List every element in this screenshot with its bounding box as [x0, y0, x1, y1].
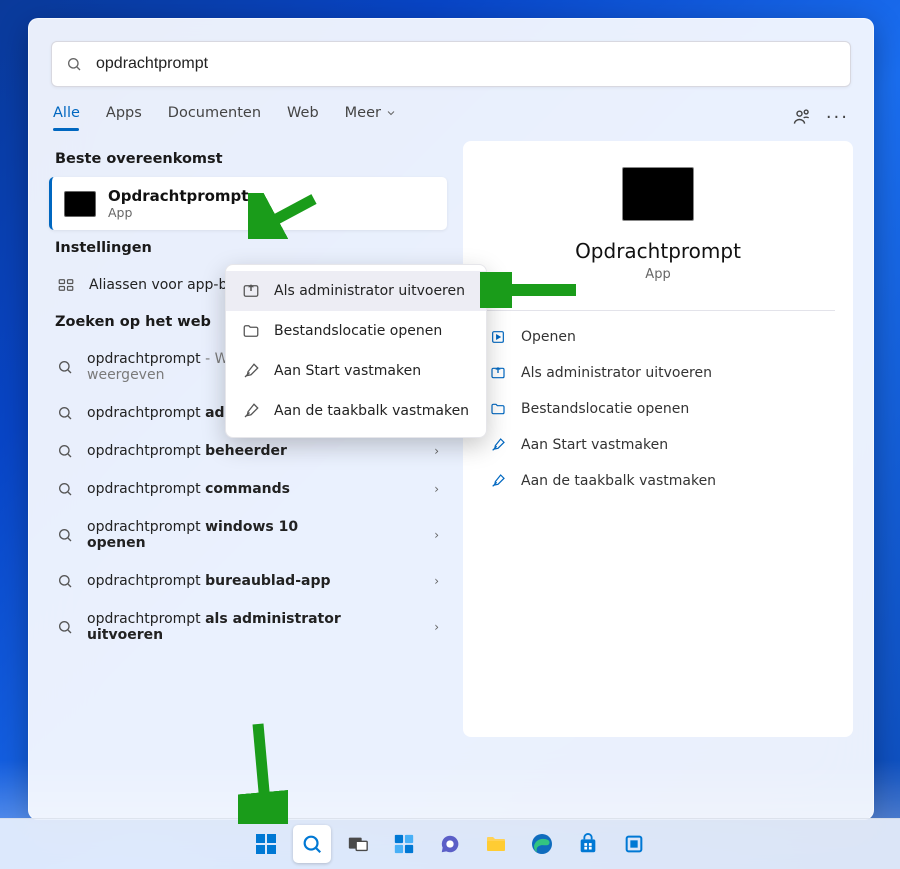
context-menu-icon [242, 322, 260, 340]
chevron-right-icon[interactable]: › [434, 444, 439, 458]
chevron-right-icon[interactable]: › [434, 574, 439, 588]
context-menu-label: Bestandslocatie openen [274, 323, 442, 339]
context-menu-icon [242, 282, 260, 300]
web-suggestion-text: opdrachtprompt windows 10 openen [87, 519, 357, 551]
filter-web[interactable]: Web [287, 105, 319, 129]
detail-action-label: Als administrator uitvoeren [521, 365, 712, 381]
detail-action-icon [489, 473, 507, 489]
detail-action-icon [489, 401, 507, 417]
context-menu-label: Als administrator uitvoeren [274, 283, 465, 299]
detail-action-label: Openen [521, 329, 576, 345]
filter-apps[interactable]: Apps [106, 105, 142, 129]
filter-all[interactable]: Alle [53, 105, 80, 129]
search-icon [57, 527, 73, 543]
filter-documents[interactable]: Documenten [168, 105, 261, 129]
best-match-item[interactable]: Opdrachtprompt App [49, 177, 447, 230]
context-menu-item[interactable]: Aan Start vastmaken [226, 351, 486, 391]
detail-action-icon [489, 365, 507, 381]
search-icon [57, 481, 73, 497]
context-menu-icon [242, 402, 260, 420]
detail-action-label: Aan de taakbalk vastmaken [521, 473, 716, 489]
search-icon [57, 443, 73, 459]
detail-action[interactable]: Bestandslocatie openen [481, 391, 835, 427]
chevron-down-icon [385, 107, 397, 119]
filter-bar: Alle Apps Documenten Web Meer ··· [29, 87, 873, 137]
more-options-icon[interactable]: ··· [826, 107, 849, 128]
taskbar [0, 818, 900, 869]
taskbar-edge-button[interactable] [523, 825, 561, 863]
detail-separator [481, 310, 835, 311]
detail-pane: Opdrachtprompt App Openen Als administrat… [463, 141, 853, 737]
taskbar-app-button[interactable] [615, 825, 653, 863]
cmd-prompt-icon [64, 191, 96, 217]
context-menu-item[interactable]: Aan de taakbalk vastmaken [226, 391, 486, 431]
taskbar-widgets-button[interactable] [385, 825, 423, 863]
filter-more[interactable]: Meer [345, 105, 397, 129]
search-icon [66, 56, 82, 72]
detail-thumb-icon [622, 167, 694, 221]
detail-title: Opdrachtprompt [481, 239, 835, 263]
web-suggestion[interactable]: opdrachtprompt commands › [49, 470, 447, 508]
chevron-right-icon[interactable]: › [434, 528, 439, 542]
taskbar-store-button[interactable] [569, 825, 607, 863]
detail-action[interactable]: Als administrator uitvoeren [481, 355, 835, 391]
search-field[interactable] [51, 41, 851, 87]
taskbar-taskview-button[interactable] [339, 825, 377, 863]
detail-action[interactable]: Aan Start vastmaken [481, 427, 835, 463]
best-match-title: Opdrachtprompt [108, 187, 248, 205]
web-suggestion-text: opdrachtprompt als administrator uitvoer… [87, 611, 357, 643]
context-menu-label: Aan Start vastmaken [274, 363, 421, 379]
settings-icon [57, 276, 75, 294]
taskbar-chat-button[interactable] [431, 825, 469, 863]
section-settings: Instellingen [49, 230, 447, 266]
search-icon [57, 359, 73, 375]
detail-action[interactable]: Openen [481, 319, 835, 355]
taskbar-explorer-button[interactable] [477, 825, 515, 863]
search-icon [57, 619, 73, 635]
search-icon [57, 405, 73, 421]
detail-action-label: Bestandslocatie openen [521, 401, 689, 417]
context-menu-label: Aan de taakbalk vastmaken [274, 403, 469, 419]
search-icon [57, 573, 73, 589]
detail-action-icon [489, 437, 507, 453]
detail-subtitle: App [481, 267, 835, 282]
taskbar-search-button[interactable] [293, 825, 331, 863]
accounts-icon[interactable] [792, 107, 812, 127]
context-menu-icon [242, 362, 260, 380]
taskbar-start-button[interactable] [247, 825, 285, 863]
context-menu-item[interactable]: Bestandslocatie openen [226, 311, 486, 351]
chevron-right-icon[interactable]: › [434, 482, 439, 496]
web-suggestion[interactable]: opdrachtprompt windows 10 openen › [49, 508, 447, 562]
detail-action[interactable]: Aan de taakbalk vastmaken [481, 463, 835, 499]
search-input[interactable] [94, 54, 836, 74]
context-menu: Als administrator uitvoeren Bestandslocat… [225, 264, 487, 438]
web-suggestion-text: opdrachtprompt bureaublad-app [87, 573, 331, 589]
section-best-match: Beste overeenkomst [49, 141, 447, 177]
detail-action-icon [489, 329, 507, 345]
web-suggestion[interactable]: opdrachtprompt als administrator uitvoer… [49, 600, 447, 654]
context-menu-item[interactable]: Als administrator uitvoeren [226, 271, 486, 311]
web-suggestion-text: opdrachtprompt commands [87, 481, 290, 497]
best-match-subtitle: App [108, 205, 248, 220]
web-suggestion-text: opdrachtprompt beheerder [87, 443, 287, 459]
results-column: Beste overeenkomst Opdrachtprompt App In… [49, 141, 447, 737]
detail-action-label: Aan Start vastmaken [521, 437, 668, 453]
chevron-right-icon[interactable]: › [434, 620, 439, 634]
web-suggestion[interactable]: opdrachtprompt bureaublad-app › [49, 562, 447, 600]
